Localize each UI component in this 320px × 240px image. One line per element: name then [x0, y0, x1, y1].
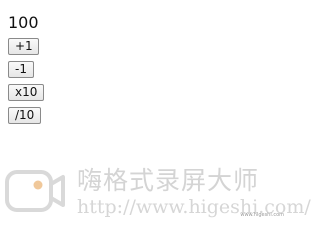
- watermark-small-text: www.higeshi.com: [240, 212, 284, 218]
- camera-logo-icon: [5, 170, 65, 212]
- multiply-ten-button[interactable]: x10: [8, 84, 44, 101]
- divide-ten-button[interactable]: /10: [8, 107, 41, 124]
- app-window: 100 +1 -1 x10 /10 嗨格式录屏大师 http://www.hig…: [0, 0, 311, 222]
- counter-value: 100: [8, 13, 39, 32]
- increment-button[interactable]: +1: [8, 38, 39, 55]
- decrement-button[interactable]: -1: [8, 61, 34, 78]
- watermark-title: 嗨格式录屏大师: [77, 166, 260, 195]
